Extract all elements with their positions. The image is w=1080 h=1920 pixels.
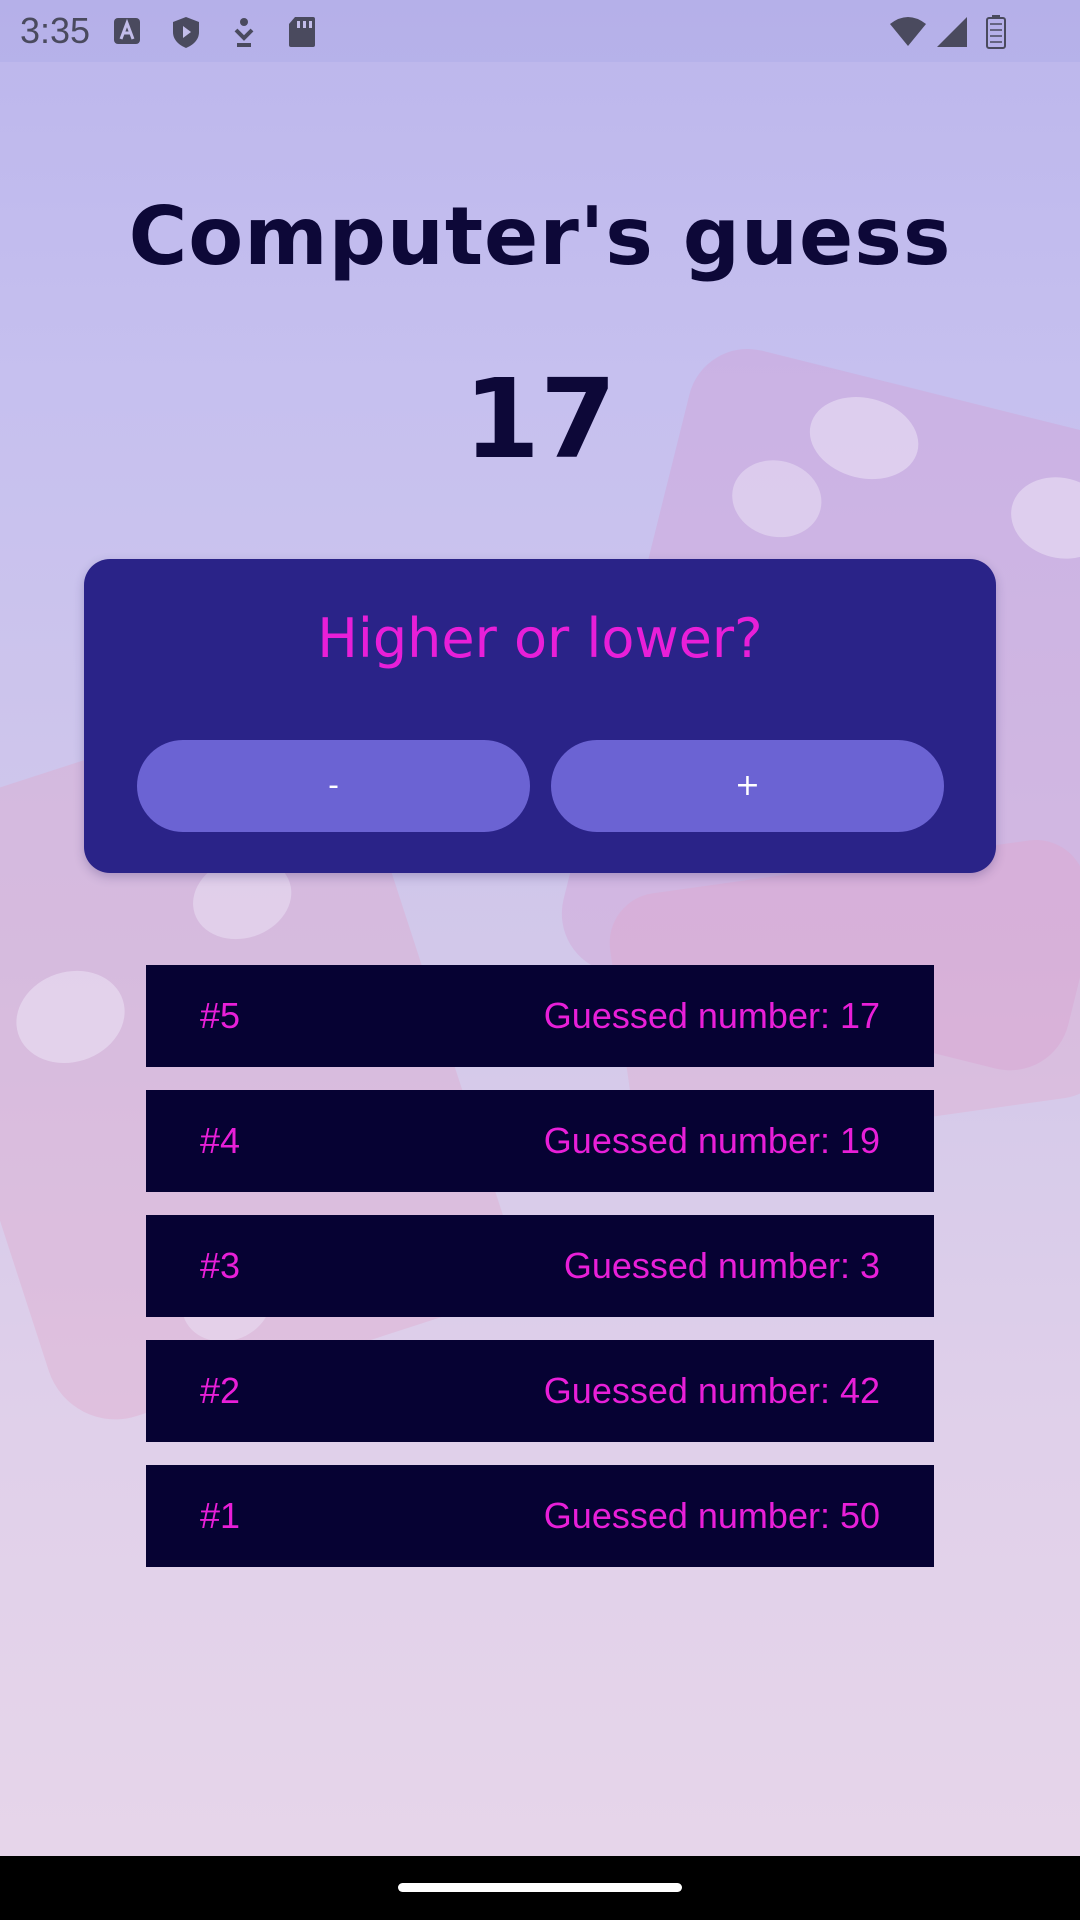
guessed-number-text: Guessed number: 3 — [563, 1245, 880, 1286]
list-item: #5 Guessed number: 17 — [146, 965, 934, 1067]
guess-log-list[interactable]: #5 Guessed number: 17 #4 Guessed number:… — [146, 965, 934, 1590]
round-index: #4 — [200, 1120, 241, 1161]
wifi-icon — [890, 17, 926, 46]
guessed-number-text: Guessed number: 17 — [543, 995, 880, 1036]
sd-card-icon — [289, 17, 315, 47]
list-item: #1 Guessed number: 50 — [146, 1465, 934, 1567]
list-item: #3 Guessed number: 3 — [146, 1215, 934, 1317]
lower-button[interactable]: - — [137, 740, 530, 832]
higher-lower-card: Higher or lower? - + — [84, 559, 996, 873]
status-bar: 3:35 — [0, 0, 1080, 62]
status-time: 3:35 — [20, 10, 91, 51]
higher-lower-prompt: Higher or lower? — [317, 607, 763, 670]
round-index: #1 — [200, 1495, 241, 1536]
navigation-bar — [0, 1856, 1080, 1920]
list-item: #2 Guessed number: 42 — [146, 1340, 934, 1442]
home-gesture-handle[interactable] — [398, 1883, 682, 1892]
current-guess-number: 17 — [463, 355, 617, 483]
text-a-icon — [114, 18, 140, 44]
battery-icon — [986, 15, 1006, 49]
guessed-number-text: Guessed number: 42 — [543, 1370, 880, 1411]
guessed-number-text: Guessed number: 19 — [543, 1120, 880, 1161]
guessed-number-text: Guessed number: 50 — [543, 1495, 880, 1536]
shield-icon — [173, 17, 199, 48]
round-index: #5 — [200, 995, 241, 1036]
dice-background-image — [0, 349, 1080, 1420]
list-item: #4 Guessed number: 19 — [146, 1090, 934, 1192]
download-icon — [234, 18, 254, 47]
round-index: #2 — [200, 1370, 241, 1411]
signal-icon — [937, 17, 967, 47]
round-index: #3 — [200, 1245, 241, 1286]
page-title: Computer's guess — [128, 190, 952, 283]
higher-button[interactable]: + — [551, 740, 944, 832]
